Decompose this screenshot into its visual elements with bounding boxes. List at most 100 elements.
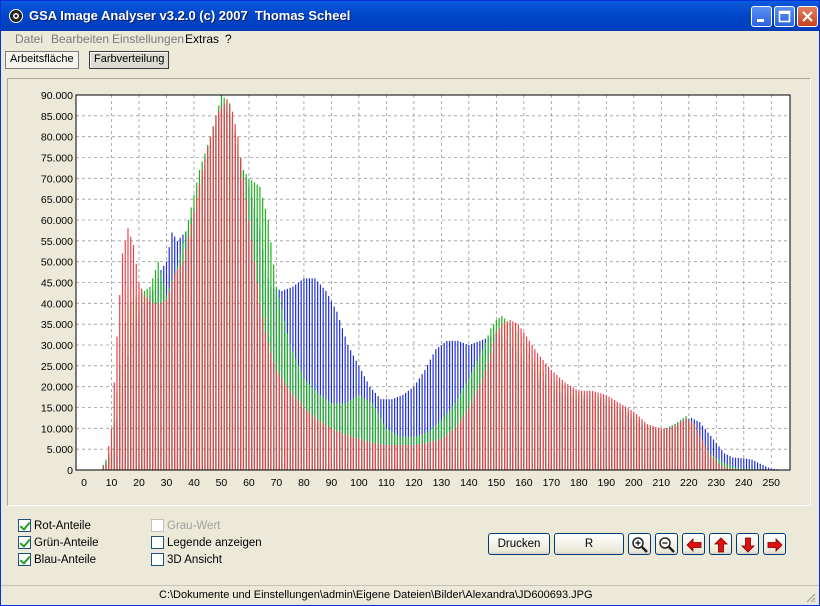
x-tick-label: 200	[625, 477, 643, 489]
x-tick-label: 40	[188, 477, 200, 489]
app-window: GSA Image Analyser v3.2.0 (c) 2007 Thoma…	[0, 0, 820, 606]
checkbox-legende-box[interactable]	[151, 536, 164, 549]
x-tick-label: 190	[598, 477, 616, 489]
y-tick-label: 20.000	[41, 382, 73, 394]
x-tick-label: 80	[298, 477, 310, 489]
arrow-left-icon	[686, 538, 702, 552]
y-tick-label: 15.000	[41, 403, 73, 415]
menu-help[interactable]: ?	[225, 32, 232, 46]
y-tick-label: 40.000	[41, 298, 73, 310]
title-bar[interactable]: GSA Image Analyser v3.2.0 (c) 2007 Thoma…	[1, 1, 819, 31]
x-tick-label: 130	[433, 477, 451, 489]
x-tick-label: 90	[326, 477, 338, 489]
x-tick-label: 70	[271, 477, 283, 489]
app-icon	[9, 9, 23, 23]
y-tick-label: 35.000	[41, 319, 73, 331]
y-tick-label: 70.000	[41, 173, 73, 185]
tab-farbverteilung[interactable]: Farbverteilung	[89, 51, 170, 69]
x-tick-label: 50	[216, 477, 228, 489]
y-tick-label: 80.000	[41, 132, 73, 144]
checkbox-3d-label: 3D Ansicht	[167, 553, 222, 566]
menu-einstellungen[interactable]: Einstellungen	[112, 32, 184, 46]
pan-left-button[interactable]	[682, 533, 705, 555]
y-tick-label: 90.000	[41, 90, 73, 102]
checkbox-gruen[interactable]: Grün-Anteile	[18, 536, 99, 549]
histogram-panel: 0 5.000 10.000 15.000 20.000 25.000 30.000 35.0…	[7, 78, 811, 506]
x-tick-label: 100	[350, 477, 368, 489]
checkbox-grau-box	[151, 519, 164, 532]
x-tick-label: 250	[762, 477, 780, 489]
x-tick-label: 60	[243, 477, 255, 489]
x-tick-label: 170	[543, 477, 561, 489]
checkbox-legende[interactable]: Legende anzeigen	[151, 536, 262, 549]
x-tick-label: 150	[488, 477, 506, 489]
checkbox-3d[interactable]: 3D Ansicht	[151, 553, 222, 566]
zoom-in-icon	[632, 537, 648, 553]
y-tick-label: 45.000	[41, 278, 73, 290]
x-tick-label: 160	[515, 477, 533, 489]
x-tick-label: 30	[161, 477, 173, 489]
menu-bearbeiten[interactable]: Bearbeiten	[51, 32, 109, 46]
checkbox-legende-label: Legende anzeigen	[167, 536, 262, 549]
x-tick-label: 240	[735, 477, 753, 489]
y-tick-label: 60.000	[41, 215, 73, 227]
checkbox-gruen-box[interactable]	[18, 536, 31, 549]
checkbox-rot[interactable]: Rot-Anteile	[18, 519, 91, 532]
zoom-out-icon	[659, 537, 675, 553]
x-tick-label: 140	[460, 477, 478, 489]
drucken-button[interactable]: Drucken	[488, 533, 550, 555]
minimize-button[interactable]	[751, 6, 772, 27]
tab-arbeitsflaeche[interactable]: Arbeitsfläche	[5, 51, 79, 69]
menu-datei[interactable]: Datei	[15, 32, 43, 46]
arrow-right-icon	[767, 538, 783, 552]
x-tick-label: 10	[106, 477, 118, 489]
checkbox-blau[interactable]: Blau-Anteile	[18, 553, 96, 566]
checkbox-grau: Grau-Wert	[151, 519, 220, 532]
y-tick-label: 50.000	[41, 257, 73, 269]
x-tick-label: 110	[378, 477, 395, 489]
x-tick-label: 0	[81, 477, 87, 489]
y-tick-label: 75.000	[41, 153, 73, 165]
checkbox-grau-label: Grau-Wert	[167, 519, 221, 532]
reset-button[interactable]: R	[554, 533, 624, 555]
x-tick-label: 20	[133, 477, 145, 489]
y-tick-label: 55.000	[41, 236, 73, 248]
close-icon	[802, 11, 813, 22]
histogram-chart: 0 5.000 10.000 15.000 20.000 25.000 30.000 35.0…	[41, 90, 791, 489]
menu-extras[interactable]: Extras	[185, 32, 219, 46]
pan-right-button[interactable]	[763, 533, 786, 555]
y-tick-label: 10.000	[41, 423, 73, 435]
y-tick-label: 85.000	[41, 111, 73, 123]
y-tick-label: 0	[67, 465, 73, 477]
y-tick-label: 25.000	[41, 361, 73, 373]
zoom-in-button[interactable]	[628, 533, 651, 555]
menu-bar: Datei Bearbeiten Einstellungen Extras ?	[1, 31, 819, 48]
y-tick-label: 30.000	[41, 340, 73, 352]
maximize-icon	[778, 10, 791, 23]
arrow-up-icon	[714, 537, 728, 553]
y-tick-label: 5.000	[47, 444, 73, 456]
pan-down-button[interactable]	[736, 533, 759, 555]
status-bar: C:\Dokumente und Einstellungen\admin\Eig…	[1, 585, 819, 605]
pan-up-button[interactable]	[709, 533, 732, 555]
maximize-button[interactable]	[774, 6, 795, 27]
x-tick-label: 230	[708, 477, 726, 489]
checkbox-rot-box[interactable]	[18, 519, 31, 532]
resize-grip-icon[interactable]	[804, 591, 816, 603]
x-tick-label: 220	[680, 477, 698, 489]
minimize-icon	[757, 19, 764, 22]
x-tick-label: 120	[405, 477, 423, 489]
checkbox-gruen-label: Grün-Anteile	[34, 536, 99, 549]
x-tick-label: 180	[570, 477, 588, 489]
zoom-out-button[interactable]	[655, 533, 678, 555]
arrow-down-icon	[741, 537, 755, 553]
checkbox-blau-label: Blau-Anteile	[34, 553, 97, 566]
checkbox-3d-box[interactable]	[151, 553, 164, 566]
close-button[interactable]	[797, 6, 818, 27]
window-title: GSA Image Analyser v3.2.0 (c) 2007 Thoma…	[29, 8, 351, 23]
status-file-path: C:\Dokumente und Einstellungen\admin\Eig…	[159, 589, 593, 601]
x-tick-label: 210	[653, 477, 671, 489]
y-tick-label: 65.000	[41, 194, 73, 206]
checkbox-rot-label: Rot-Anteile	[34, 519, 91, 532]
checkbox-blau-box[interactable]	[18, 553, 31, 566]
